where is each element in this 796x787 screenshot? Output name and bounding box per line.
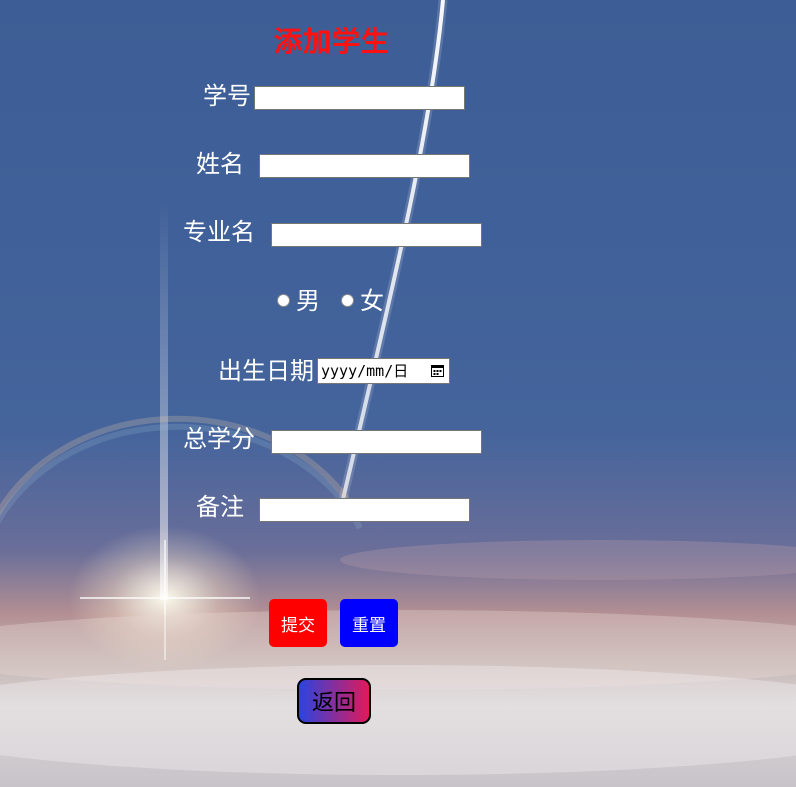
major-label: 专业名 <box>183 218 255 246</box>
credits-label: 总学分 <box>183 425 255 453</box>
student-id-label: 学号 <box>203 82 251 110</box>
remarks-input[interactable] <box>259 498 470 522</box>
birthdate-placeholder: yyyy/mm/日 <box>321 362 409 380</box>
credits-input[interactable] <box>271 430 482 454</box>
student-id-input[interactable] <box>254 86 465 110</box>
calendar-icon[interactable] <box>431 364 444 377</box>
birthdate-input[interactable]: yyyy/mm/日 <box>317 358 450 384</box>
major-input[interactable] <box>271 223 482 247</box>
remarks-label: 备注 <box>196 493 244 521</box>
name-input[interactable] <box>259 154 470 178</box>
reset-button[interactable]: 重置 <box>340 599 398 647</box>
gender-male-label: 男 <box>296 287 320 315</box>
gender-male-radio[interactable] <box>277 294 290 307</box>
page-title: 添加学生 <box>274 25 391 58</box>
gender-female-radio[interactable] <box>341 294 354 307</box>
back-button[interactable]: 返回 <box>297 678 371 724</box>
name-label: 姓名 <box>196 150 244 178</box>
submit-button[interactable]: 提交 <box>269 599 327 647</box>
gender-female-label: 女 <box>360 287 384 315</box>
birthdate-label: 出生日期 <box>218 357 314 385</box>
background-sky-image <box>0 0 796 775</box>
